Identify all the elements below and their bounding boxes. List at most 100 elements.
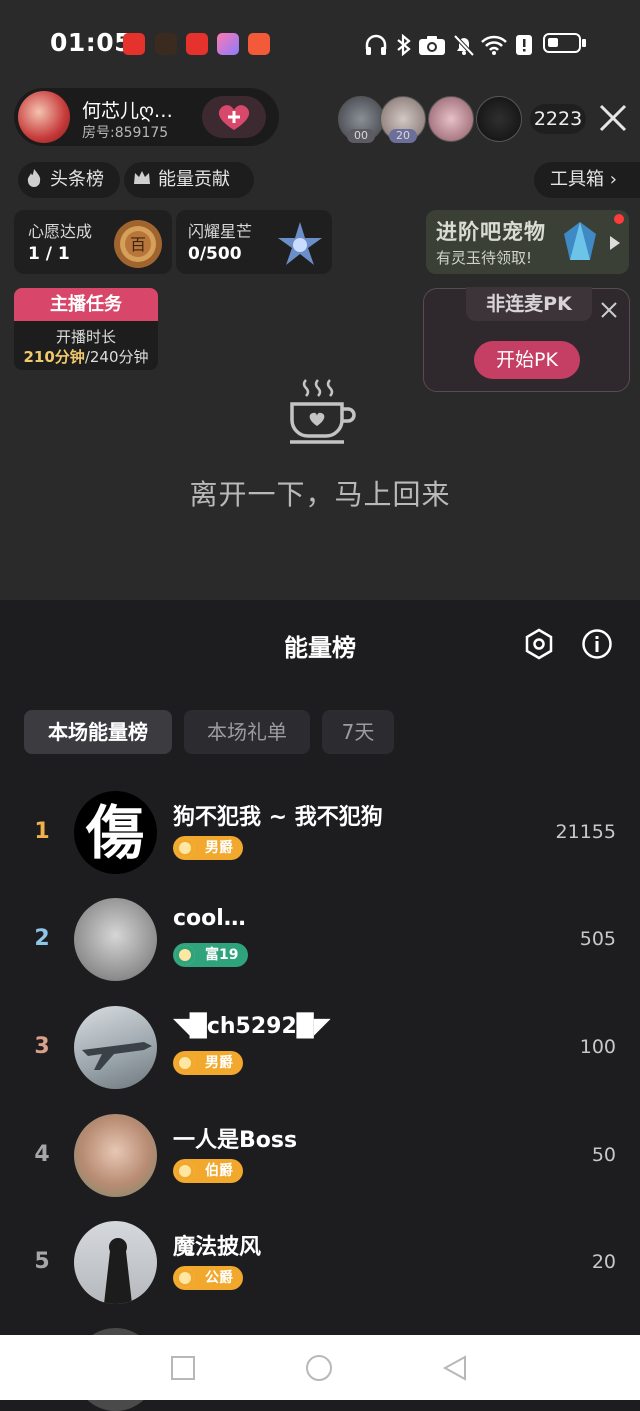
tab-session-energy[interactable]: 本场能量榜	[24, 710, 172, 754]
crown-icon	[134, 171, 150, 184]
user-avatar[interactable]: 傷	[74, 791, 157, 874]
recent-apps-icon[interactable]	[170, 1355, 196, 1381]
viewer-avatar[interactable]	[476, 96, 522, 142]
pet-gem-icon	[564, 222, 596, 260]
settings-hex-icon[interactable]	[522, 627, 556, 661]
svg-text:傷: 傷	[85, 799, 144, 867]
tab-session-gifts[interactable]: 本场礼单	[184, 710, 310, 754]
wish-task-title: 心愿达成	[28, 222, 93, 241]
rank-number: 4	[34, 1142, 50, 1167]
rank-row[interactable]: 1 傷 狗不犯我 ~ 我不犯狗 男爵 21155	[0, 791, 640, 898]
level-badge-icon	[175, 1268, 195, 1288]
arrow-right-icon	[610, 236, 620, 250]
rank-row[interactable]: 4 一人是Boss 伯爵 50	[0, 1114, 640, 1221]
viewer-avatar[interactable]	[428, 96, 474, 142]
fighter-jet-avatar	[82, 1042, 152, 1070]
user-name: ◥█ch5292█◤	[173, 1014, 331, 1039]
host-room-number: 房号:859175	[82, 125, 169, 141]
rank-number: 2	[34, 926, 50, 951]
wish-task-card[interactable]: 心愿达成 1 / 1 百	[14, 210, 172, 274]
rank-row[interactable]: 3 ◥█ch5292█◤ 男爵 100	[0, 1006, 640, 1113]
game-app-icon	[155, 33, 177, 55]
toolbox-label: 工具箱 ›	[550, 169, 617, 190]
energy-contribution-pill[interactable]: 能量贡献	[124, 162, 254, 198]
rank-row[interactable]: 2 cool… 富19 505	[0, 898, 640, 1005]
rank-badge-label: 男爵	[205, 1055, 233, 1071]
user-avatar[interactable]	[74, 898, 157, 981]
user-name: 魔法披风	[173, 1235, 262, 1260]
mute-notification-icon	[453, 34, 475, 56]
notification-dot	[614, 214, 624, 224]
host-task-progress: 210分钟/240分钟	[14, 346, 158, 367]
rank-badge: 男爵	[173, 1051, 243, 1075]
home-icon[interactable]	[305, 1354, 333, 1382]
host-task-card[interactable]: 主播任务 开播时长 210分钟/240分钟	[14, 288, 158, 370]
promo-subtitle: 有灵玉待领取!	[436, 249, 533, 267]
pk-tag: 非连麦PK	[466, 287, 592, 321]
user-avatar[interactable]	[74, 1114, 157, 1197]
bluetooth-icon	[397, 34, 411, 56]
host-task-label: 开播时长	[55, 328, 116, 346]
camera-icon	[419, 36, 445, 55]
rank-badge-label: 男爵	[205, 840, 233, 856]
back-icon[interactable]	[441, 1354, 469, 1382]
viewer-badge: 00	[347, 129, 375, 143]
level-badge-icon	[175, 945, 195, 965]
follow-button[interactable]	[202, 96, 266, 138]
energy-contribution-label: 能量贡献	[158, 169, 230, 190]
girl-silhouette-avatar	[104, 1238, 132, 1304]
shine-task-card[interactable]: 闪耀星芒 0/500	[176, 210, 332, 274]
user-name: 一人是Boss	[173, 1128, 298, 1153]
energy-score: 50	[591, 1144, 616, 1166]
host-avatar[interactable]	[18, 91, 70, 143]
headline-rank-pill[interactable]: 头条榜	[18, 162, 120, 198]
heart-plus-icon	[218, 105, 250, 130]
info-icon[interactable]	[580, 627, 614, 661]
viewer-count[interactable]: 2223	[530, 104, 586, 134]
shine-task-title: 闪耀星芒	[188, 222, 253, 241]
huawei-app-icon	[123, 33, 145, 55]
start-pk-button[interactable]: 开始PK	[474, 341, 580, 379]
gallery-app-icon	[217, 33, 239, 55]
user-avatar[interactable]	[74, 1006, 157, 1089]
energy-score: 505	[579, 928, 616, 950]
rank-badge-label: 富19	[205, 947, 239, 963]
level-badge-icon	[175, 838, 195, 858]
host-task-progress-done: 210分钟	[23, 348, 85, 366]
medal-icon: 百	[114, 220, 162, 268]
toolbox-button[interactable]: 工具箱 ›	[534, 162, 640, 198]
coffee-cup-icon	[290, 379, 356, 444]
shine-task-value: 0/500	[188, 244, 242, 264]
rank-row[interactable]: 5 魔法披风 公爵 20	[0, 1221, 640, 1328]
rank-number: 1	[34, 819, 50, 844]
rank-badge: 公爵	[173, 1266, 243, 1290]
level-badge-icon	[175, 1053, 195, 1073]
away-message: 离开一下，马上回来	[189, 478, 451, 511]
promo-title: 进阶吧宠物	[436, 220, 546, 244]
close-icon[interactable]	[596, 101, 630, 135]
close-icon[interactable]	[600, 301, 618, 319]
viewer-badge: 20	[389, 129, 417, 143]
system-nav-bar	[0, 1335, 640, 1400]
rank-badge: 男爵	[173, 836, 243, 860]
user-avatar[interactable]	[74, 1221, 157, 1304]
rank-badge-label: 伯爵	[205, 1163, 233, 1179]
pet-promo-banner[interactable]: 进阶吧宠物 有灵玉待领取!	[426, 210, 629, 274]
headline-rank-label: 头条榜	[50, 169, 104, 190]
pk-card: 非连麦PK 开始PK	[423, 287, 630, 392]
wifi-icon	[481, 35, 507, 55]
host-card[interactable]: 何芯儿ღ… 房号:859175	[14, 88, 279, 146]
star-icon	[278, 222, 322, 265]
viewer-avatar[interactable]: 20	[380, 96, 426, 143]
rank-number: 5	[34, 1249, 50, 1274]
energy-score: 21155	[555, 821, 616, 843]
flame-icon	[27, 169, 41, 187]
host-task-title: 主播任务	[14, 288, 158, 321]
energy-score: 20	[591, 1251, 616, 1273]
tab-7-days[interactable]: 7天	[322, 710, 394, 754]
host-name: 何芯儿ღ…	[82, 100, 173, 122]
viewer-avatar[interactable]: 00	[338, 96, 384, 143]
energy-score: 100	[579, 1036, 616, 1058]
svg-text:百: 百	[130, 235, 146, 254]
user-name: 狗不犯我 ~ 我不犯狗	[173, 805, 383, 830]
